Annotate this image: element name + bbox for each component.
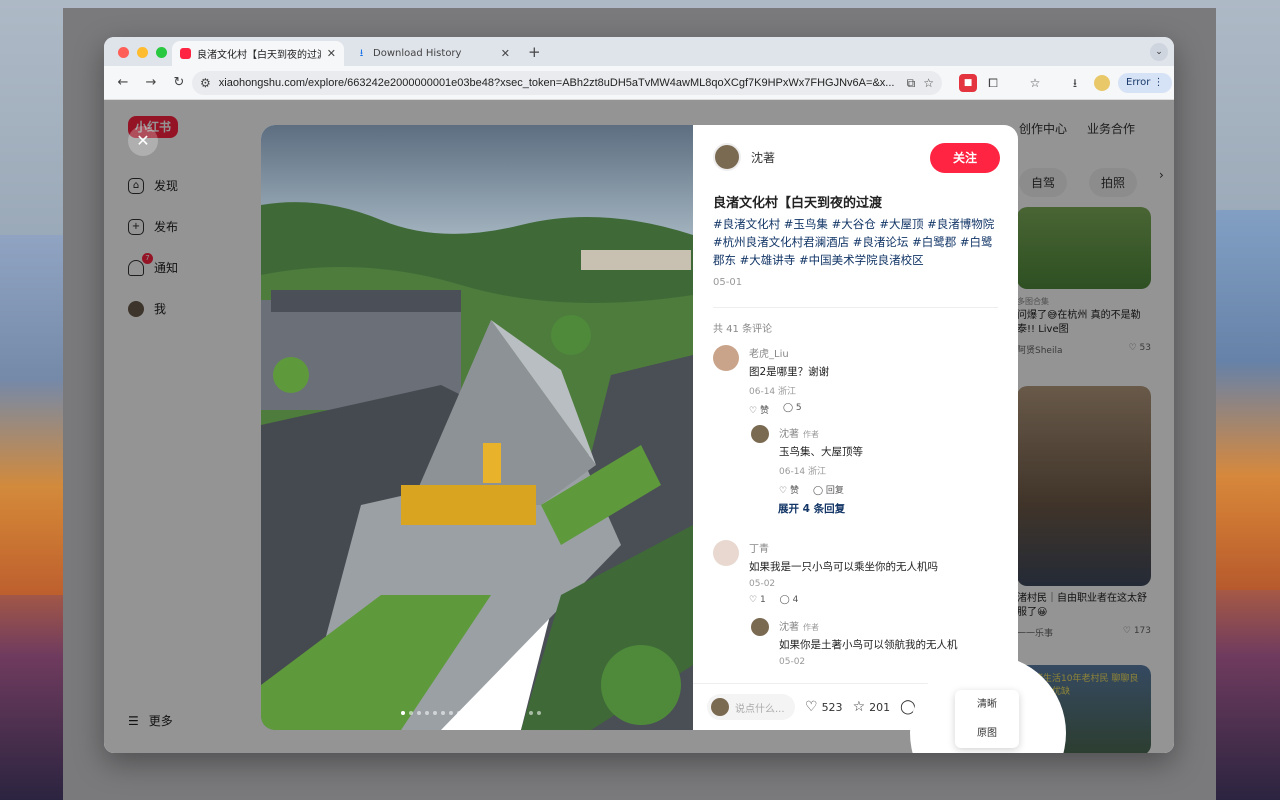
follow-button[interactable]: 关注 xyxy=(930,143,1000,173)
author-row[interactable]: 沈著 xyxy=(713,143,775,171)
error-button[interactable]: Error ⋮ xyxy=(1118,73,1172,93)
url-text: xiaohongshu.com/explore/663242e200000000… xyxy=(218,77,895,89)
note-tags[interactable]: #良渚文化村 #玉鸟集 #大谷仓 #大屋顶 #良渚博物院 #杭州良渚文化村君澜酒… xyxy=(713,215,998,269)
extensions-puzzle-icon[interactable]: ⧠ xyxy=(984,74,1002,92)
close-window-button[interactable] xyxy=(118,47,129,58)
page-content: 小红书 ⌂ 发现 + 发布 7 通知 我 ☰ 更多 创作中心 业务合作 自驾 拍… xyxy=(104,100,1174,753)
close-icon[interactable]: ✕ xyxy=(128,126,158,156)
comment-input-placeholder: 说点什么... xyxy=(735,703,785,715)
comment-text: 如果你是土著小鸟可以领航我的无人机 xyxy=(779,639,958,651)
tab-title: 良渚文化村【白天到夜的过渡 - xyxy=(197,50,321,61)
comment-author[interactable]: 老虎_Liu xyxy=(749,345,829,360)
comment-input[interactable]: 说点什么... xyxy=(707,694,795,720)
comment-text: 图2是哪里？谢谢 xyxy=(749,366,830,378)
comment-author[interactable]: 沈著 作者 xyxy=(779,618,958,633)
like-button[interactable]: ♡ 赞 xyxy=(779,483,799,496)
tab-search-icon[interactable]: ⌄ xyxy=(1150,43,1168,61)
expand-replies-link[interactable]: 展开 4 条回复 xyxy=(778,501,845,516)
note-detail-panel: 沈著 关注 良渚文化村【白天到夜的过渡 #良渚文化村 #玉鸟集 #大谷仓 #大屋… xyxy=(693,125,1018,730)
avatar[interactable] xyxy=(751,425,769,443)
downloads-icon[interactable]: ⭳ xyxy=(1066,74,1084,92)
maximize-window-button[interactable] xyxy=(156,47,167,58)
comment-text: 玉鸟集、大屋顶等 xyxy=(779,446,863,458)
avatar[interactable] xyxy=(713,345,739,371)
back-icon[interactable]: ← xyxy=(112,72,134,94)
heart-icon: ♡ xyxy=(805,699,818,715)
tab-download-history[interactable]: ⭳ Download History ✕ xyxy=(348,41,518,66)
reply-button[interactable]: ◯ 5 xyxy=(783,403,802,416)
comment-author[interactable]: 沈著 作者 xyxy=(779,425,863,440)
like-stat[interactable]: ♡ 523 xyxy=(805,699,843,715)
comment-meta: 06-14 浙江 xyxy=(749,387,797,397)
close-tab-icon[interactable]: ✕ xyxy=(327,47,336,60)
extension-red-icon[interactable]: ■ xyxy=(959,74,977,92)
download-icon: ⭳ xyxy=(359,48,364,59)
collect-stat[interactable]: ☆ 201 xyxy=(853,699,891,715)
comment-reply: 沈著 作者 玉鸟集、大屋顶等 06-14 浙江 ♡ 赞 ◯ 回复 xyxy=(751,425,863,496)
like-button[interactable]: ♡ 赞 xyxy=(749,403,769,416)
divider xyxy=(713,307,998,308)
close-tab-icon[interactable]: ✕ xyxy=(501,47,510,60)
profile-avatar[interactable] xyxy=(1094,75,1110,91)
window-controls xyxy=(118,47,167,58)
avatar[interactable] xyxy=(751,618,769,636)
avatar xyxy=(711,698,729,716)
note-detail-modal: 沈著 关注 良渚文化村【白天到夜的过渡 #良渚文化村 #玉鸟集 #大谷仓 #大屋… xyxy=(261,125,1018,730)
comment-text: 如果我是一只小鸟可以乘坐你的无人机吗 xyxy=(749,561,938,573)
note-photo[interactable] xyxy=(261,125,693,730)
comment-count: 共 41 条评论 xyxy=(713,324,773,335)
tab-title: Download History xyxy=(373,48,462,59)
new-tab-button[interactable]: + xyxy=(528,43,541,61)
comment: 老虎_Liu 图2是哪里？谢谢 06-14 浙江 ♡ 赞 ◯ 5 xyxy=(713,345,829,416)
bookmark-star-icon[interactable]: ☆ xyxy=(923,76,934,90)
site-info-icon[interactable]: ⚙ xyxy=(200,76,211,90)
comment-reply: 沈著 作者 如果你是土著小鸟可以领航我的无人机 05-02 xyxy=(751,618,958,667)
comment-actions: ♡ 赞 ◯ 回复 xyxy=(779,483,863,496)
tab-bar: 良渚文化村【白天到夜的过渡 - ✕ ⭳ Download History ✕ +… xyxy=(104,37,1174,66)
comment-meta: 05-02 xyxy=(779,657,806,667)
avatar[interactable] xyxy=(713,540,739,566)
reading-list-star-icon[interactable]: ☆ xyxy=(1026,74,1044,92)
minimize-window-button[interactable] xyxy=(137,47,148,58)
note-date: 05-01 xyxy=(713,277,743,288)
address-bar[interactable]: ⚙ xiaohongshu.com/explore/663242e2000000… xyxy=(192,71,942,95)
download-option-clear[interactable]: 清晰 xyxy=(955,690,1019,719)
xiaohongshu-favicon-icon xyxy=(180,48,191,59)
image-pagination-dots xyxy=(401,711,541,715)
open-in-app-icon[interactable]: ⧉ xyxy=(907,76,916,91)
comment-meta: 06-14 浙江 xyxy=(779,467,827,477)
author-name[interactable]: 沈著 xyxy=(751,149,775,166)
comment-actions: ♡ 1 ◯ 4 xyxy=(749,595,938,605)
forward-icon[interactable]: → xyxy=(140,72,162,94)
reply-button[interactable]: ◯ 回复 xyxy=(813,483,844,496)
avatar[interactable] xyxy=(713,143,741,171)
tab-xiaohongshu[interactable]: 良渚文化村【白天到夜的过渡 - ✕ xyxy=(172,41,344,66)
browser-toolbar: ← → ↻ ⚙ xiaohongshu.com/explore/663242e2… xyxy=(104,66,1174,100)
note-title: 良渚文化村【白天到夜的过渡 xyxy=(713,196,883,211)
comment-meta: 05-02 xyxy=(749,579,776,589)
aerial-photo-illustration xyxy=(261,125,693,730)
browser-window: 良渚文化村【白天到夜的过渡 - ✕ ⭳ Download History ✕ +… xyxy=(104,37,1174,753)
download-options-menu: 清晰 原图 xyxy=(955,690,1019,748)
comment-author[interactable]: 丁青 xyxy=(749,540,938,555)
download-option-original[interactable]: 原图 xyxy=(955,719,1019,748)
reply-button[interactable]: ◯ 4 xyxy=(780,595,799,605)
reload-icon[interactable]: ↻ xyxy=(168,72,190,94)
comment-actions: ♡ 赞 ◯ 5 xyxy=(749,403,829,416)
error-label: Error xyxy=(1126,77,1151,88)
comment: 丁青 如果我是一只小鸟可以乘坐你的无人机吗 05-02 ♡ 1 ◯ 4 xyxy=(713,540,938,605)
star-icon: ☆ xyxy=(852,699,866,715)
like-button[interactable]: ♡ 1 xyxy=(749,595,766,605)
